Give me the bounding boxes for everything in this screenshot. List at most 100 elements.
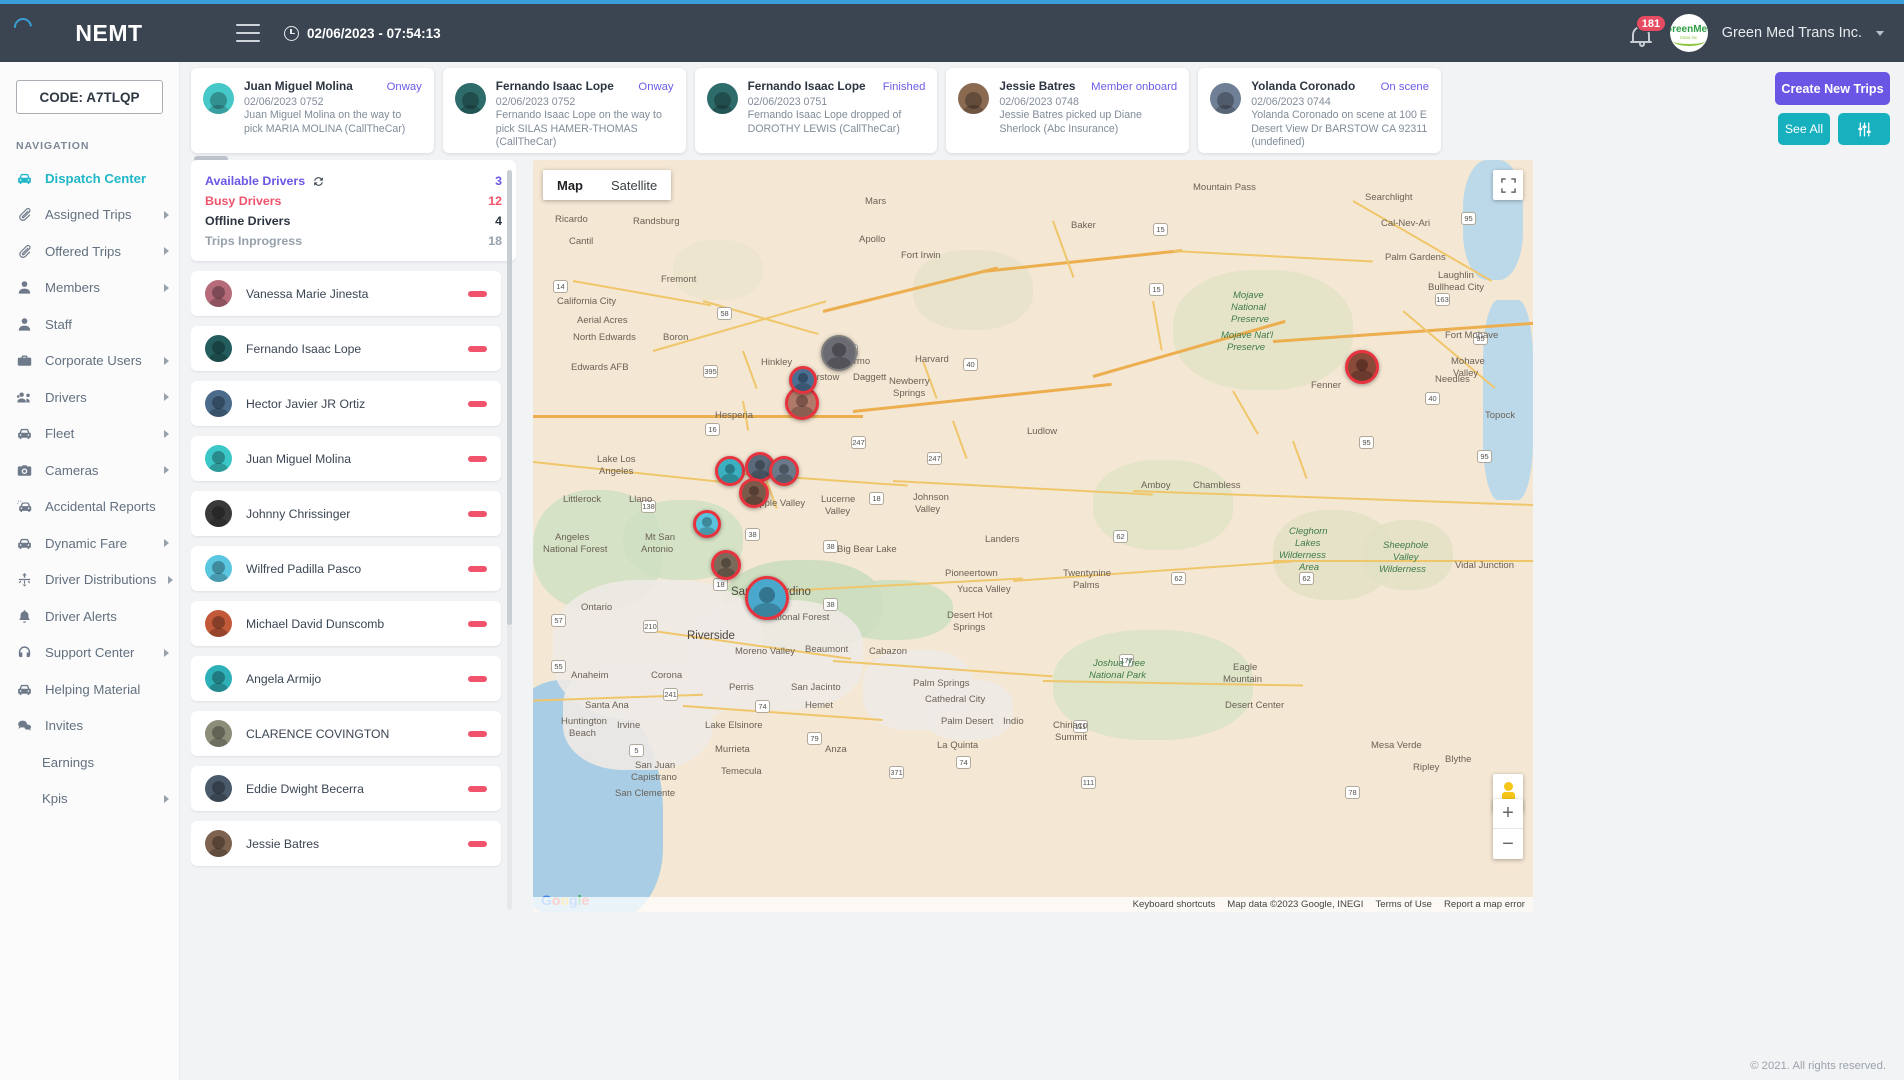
sidebar-item-driver-distributions[interactable]: Driver Distributions xyxy=(0,562,179,599)
trip-card[interactable]: Jessie Batres Member onboard 02/06/2023 07… xyxy=(946,68,1190,153)
map-driver-marker[interactable] xyxy=(769,456,799,486)
trip-card[interactable]: Juan Miguel Molina Onway 02/06/2023 0752 Ju… xyxy=(191,68,434,153)
zoom-out-button[interactable]: − xyxy=(1493,829,1523,859)
bell-icon xyxy=(16,608,33,625)
driver-status-toggle[interactable] xyxy=(468,675,487,682)
sidebar-item-cameras[interactable]: Cameras xyxy=(0,452,179,489)
driver-list-item[interactable]: Jessie Batres xyxy=(191,821,501,866)
map-place-label: Edwards AFB xyxy=(571,362,629,373)
see-all-button[interactable]: See All xyxy=(1778,113,1830,145)
map-driver-marker[interactable] xyxy=(1345,350,1379,384)
map-place-label: Landers xyxy=(985,534,1020,545)
driver-status-toggle[interactable] xyxy=(468,510,487,517)
chevron-down-icon[interactable] xyxy=(1876,30,1884,36)
create-new-trips-button[interactable]: Create New Trips xyxy=(1775,72,1890,105)
driver-status-toggle[interactable] xyxy=(468,565,487,572)
notifications-button[interactable]: 181 xyxy=(1628,15,1667,48)
driver-name: Fernando Isaac Lope xyxy=(246,341,362,356)
sidebar-item-staff[interactable]: Staff xyxy=(0,306,179,343)
driver-status-toggle[interactable] xyxy=(468,400,487,407)
sidebar-item-accidental-reports[interactable]: Accidental Reports xyxy=(0,489,179,526)
driver-name: Eddie Dwight Becerra xyxy=(246,781,364,796)
map-place-label: Blythe xyxy=(1445,754,1472,765)
driver-list-item[interactable]: Johnny Chrissinger xyxy=(191,491,501,536)
map-place-label: Apollo xyxy=(859,234,886,245)
zoom-in-button[interactable]: + xyxy=(1493,799,1523,829)
map-type-map-button[interactable]: Map xyxy=(543,170,597,200)
map-urban-area xyxy=(923,680,1013,740)
driver-list-item[interactable]: Juan Miguel Molina xyxy=(191,436,501,481)
map-driver-marker[interactable] xyxy=(745,576,789,620)
menu-toggle-icon[interactable] xyxy=(236,24,260,42)
trip-driver-name: Yolanda Coronado xyxy=(1251,79,1356,93)
trip-card[interactable]: Yolanda Coronado On scene 02/06/2023 0744 Y… xyxy=(1198,68,1441,153)
sidebar-item-offered-trips[interactable]: Offered Trips xyxy=(0,233,179,270)
driver-list-item[interactable]: Eddie Dwight Becerra xyxy=(191,766,501,811)
map-place-label: Daggett xyxy=(853,372,887,383)
sidebar-item-invites[interactable]: Invites xyxy=(0,708,179,745)
driver-filter-inprog[interactable]: Trips Inprogress 18 xyxy=(205,231,502,251)
map-driver-marker[interactable] xyxy=(821,335,857,371)
trip-card[interactable]: Fernando Isaac Lope Onway 02/06/2023 0752 F… xyxy=(442,68,686,153)
driver-list-item[interactable]: CLARENCE COVINGTON xyxy=(191,711,501,756)
trip-card[interactable]: Fernando Isaac Lope Finished 02/06/2023 07… xyxy=(694,68,938,153)
driver-list-item[interactable]: Michael David Dunscomb xyxy=(191,601,501,646)
driver-filter-offline[interactable]: Offline Drivers 4 xyxy=(205,211,502,231)
driver-list-item[interactable]: Hector Javier JR Ortiz xyxy=(191,381,501,426)
sidebar-item-fleet[interactable]: Fleet xyxy=(0,416,179,453)
avatar xyxy=(205,665,232,692)
driver-list-item[interactable]: Fernando Isaac Lope xyxy=(191,326,501,371)
map-type-satellite-button[interactable]: Satellite xyxy=(597,170,672,200)
map-canvas[interactable]: 1458395161540152472471824738381838210575… xyxy=(533,160,1533,912)
driver-status-toggle[interactable] xyxy=(468,455,487,462)
sidebar-item-dynamic-fare[interactable]: Dynamic Fare xyxy=(0,525,179,562)
trip-description: Juan Miguel Molina on the way to pick MA… xyxy=(244,109,406,135)
map-container[interactable]: 1458395161540152472471824738381838210575… xyxy=(533,160,1533,912)
sidebar-item-corporate-users[interactable]: Corporate Users xyxy=(0,343,179,380)
driver-list-item[interactable]: Angela Armijo xyxy=(191,656,501,701)
driver-filter-busy[interactable]: Busy Drivers 12 xyxy=(205,191,502,211)
map-water-river xyxy=(1483,300,1533,500)
filter-settings-button[interactable] xyxy=(1838,113,1890,145)
map-highway-shield: 55 xyxy=(551,660,566,673)
driver-list-item[interactable]: Vanessa Marie Jinesta xyxy=(191,271,501,316)
sidebar-item-assigned-trips[interactable]: Assigned Trips xyxy=(0,197,179,234)
chevron-right-icon xyxy=(164,794,169,803)
driver-list-scrollbar-thumb[interactable] xyxy=(507,170,512,625)
driver-status-toggle[interactable] xyxy=(468,840,487,847)
map-fullscreen-button[interactable] xyxy=(1493,170,1523,200)
terms-of-use-link[interactable]: Terms of Use xyxy=(1375,899,1432,910)
driver-status-toggle[interactable] xyxy=(468,620,487,627)
sidebar-item-drivers[interactable]: Drivers xyxy=(0,379,179,416)
sidebar-item-dispatch-center[interactable]: Dispatch Center xyxy=(0,160,179,197)
report-map-error-link[interactable]: Report a map error xyxy=(1444,899,1525,910)
map-driver-marker[interactable] xyxy=(789,366,817,394)
paperclip-icon xyxy=(16,206,33,223)
sidebar-item-members[interactable]: Members xyxy=(0,270,179,307)
sidebar-item-driver-alerts[interactable]: Driver Alerts xyxy=(0,598,179,635)
map-road xyxy=(1012,560,1293,582)
map-driver-marker[interactable] xyxy=(739,478,769,508)
map-driver-marker[interactable] xyxy=(711,550,741,580)
map-road xyxy=(852,382,1112,413)
sidebar-item-kpis[interactable]: Kpis xyxy=(0,781,179,818)
driver-status-toggle[interactable] xyxy=(468,290,487,297)
map-driver-marker[interactable] xyxy=(693,510,721,538)
driver-status-toggle[interactable] xyxy=(468,345,487,352)
driver-status-toggle[interactable] xyxy=(468,730,487,737)
driver-list-item[interactable]: Wilfred Padilla Pasco xyxy=(191,546,501,591)
sidebar-item-earnings[interactable]: Earnings xyxy=(0,744,179,781)
org-name-label[interactable]: Green Med Trans Inc. xyxy=(1722,25,1862,41)
driver-filter-available[interactable]: Available Drivers 3 xyxy=(205,171,502,191)
refresh-icon[interactable] xyxy=(312,175,325,188)
driver-status-toggle[interactable] xyxy=(468,785,487,792)
trip-driver-name: Juan Miguel Molina xyxy=(244,79,353,93)
sidebar-item-label: Invites xyxy=(45,718,84,734)
sidebar-item-helping-material[interactable]: Helping Material xyxy=(0,671,179,708)
map-driver-marker[interactable] xyxy=(715,456,745,486)
driver-name: Hector Javier JR Ortiz xyxy=(246,396,366,411)
map-highway-shield: 38 xyxy=(823,540,838,553)
keyboard-shortcuts-link[interactable]: Keyboard shortcuts xyxy=(1133,899,1216,910)
trip-driver-name: Jessie Batres xyxy=(999,79,1076,93)
sidebar-item-support-center[interactable]: Support Center xyxy=(0,635,179,672)
